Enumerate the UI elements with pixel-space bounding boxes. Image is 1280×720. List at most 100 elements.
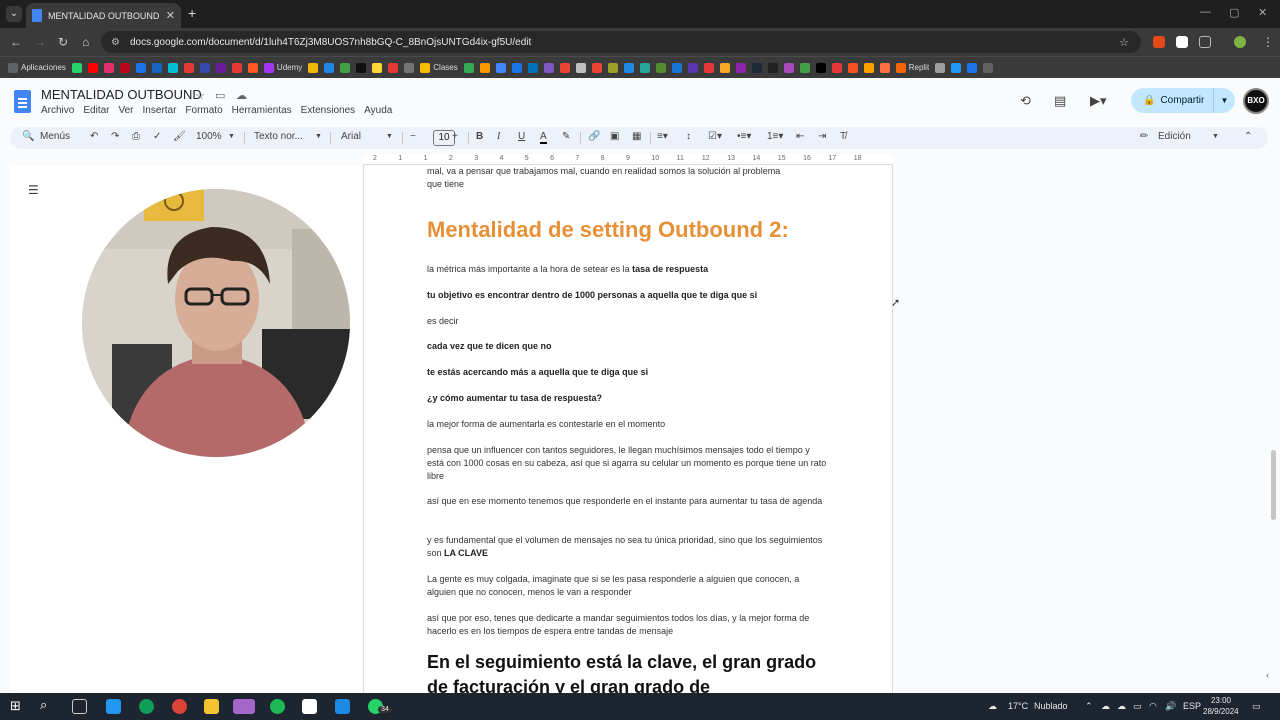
insert-image-icon[interactable]: ▦	[632, 131, 641, 142]
bookmark-item[interactable]	[831, 57, 842, 79]
bookmark-item[interactable]	[671, 57, 682, 79]
version-history-icon[interactable]: ⟲	[1020, 93, 1031, 109]
bookmark-item[interactable]	[151, 57, 162, 79]
bookmark-item[interactable]	[623, 57, 634, 79]
browser-menu-icon[interactable]: ⋮	[1262, 35, 1274, 49]
account-avatar[interactable]: BXO	[1243, 88, 1269, 114]
numbered-list-icon[interactable]: 1≡▾	[767, 131, 783, 142]
bookmark-item[interactable]: Udemy	[263, 57, 302, 79]
bookmark-item[interactable]	[799, 57, 810, 79]
style-select[interactable]: Texto nor...	[254, 131, 303, 142]
undo-icon[interactable]: ↶	[90, 131, 98, 142]
tab-search-chevron-icon[interactable]: ⌄	[6, 6, 22, 22]
comments-icon[interactable]: ▤	[1054, 93, 1066, 109]
bookmark-item[interactable]	[479, 57, 490, 79]
home-icon[interactable]: ⌂	[82, 35, 89, 49]
menu-item[interactable]: Ver	[118, 105, 133, 116]
bookmark-item[interactable]	[135, 57, 146, 79]
bookmark-item[interactable]	[215, 57, 226, 79]
document-page[interactable]: mal, va a pensar que trabajamos mal, cua…	[363, 165, 893, 693]
new-tab-icon[interactable]: +	[188, 5, 196, 21]
store-icon[interactable]	[106, 699, 121, 714]
clock-time[interactable]: 23:00	[1206, 696, 1236, 705]
share-dropdown-icon[interactable]: ▼	[1213, 88, 1235, 113]
bookmark-item[interactable]: Aplicaciones	[8, 57, 66, 79]
bookmark-item[interactable]	[404, 57, 415, 79]
menu-item[interactable]: Archivo	[41, 105, 74, 116]
print-icon[interactable]: ⎙	[132, 131, 140, 142]
ruler[interactable]: 2 1 1 2 3 4 5 6 7 8 9 10 11 12 13 14 15 16 17 18	[363, 154, 893, 165]
bookmark-item[interactable]	[719, 57, 730, 79]
bookmark-item[interactable]	[863, 57, 874, 79]
bookmark-item[interactable]	[103, 57, 114, 79]
close-window-icon[interactable]: ✕	[1258, 6, 1267, 19]
bookmark-item[interactable]	[967, 57, 978, 79]
increase-font-size-icon[interactable]: +	[452, 131, 458, 142]
site-info-icon[interactable]: ⚙	[111, 37, 120, 48]
underline-icon[interactable]: U	[518, 131, 525, 142]
vertical-scrollbar[interactable]	[1271, 450, 1276, 520]
wifi-icon[interactable]: ◠	[1149, 701, 1157, 712]
bookmark-item[interactable]	[231, 57, 242, 79]
tray-icon[interactable]: ☁	[1117, 701, 1126, 712]
insert-comment-icon[interactable]: ▣	[610, 131, 619, 142]
bookmark-item[interactable]	[167, 57, 178, 79]
recording-app-icon[interactable]	[233, 699, 255, 714]
bookmark-item[interactable]	[559, 57, 570, 79]
bookmark-item[interactable]	[767, 57, 778, 79]
bookmark-item[interactable]	[119, 57, 130, 79]
edge-icon[interactable]	[139, 699, 154, 714]
tray-icon[interactable]: ☁	[1101, 701, 1110, 712]
hide-menus-icon[interactable]: ⌃	[1244, 131, 1252, 142]
notifications-icon[interactable]: ▭	[1252, 701, 1261, 712]
bold-icon[interactable]: B	[476, 131, 483, 142]
bookmark-item[interactable]	[340, 57, 351, 79]
checklist-icon[interactable]: ☑▾	[708, 131, 722, 142]
line-spacing-icon[interactable]: ↕	[686, 131, 691, 142]
search-icon[interactable]: ⌕	[40, 697, 55, 712]
menu-item[interactable]: Extensiones	[301, 105, 355, 116]
bookmark-item[interactable]	[308, 57, 319, 79]
profile-icon[interactable]	[1234, 36, 1246, 48]
redo-icon[interactable]: ↷	[111, 131, 119, 142]
clear-formatting-icon[interactable]: T̸	[840, 131, 846, 142]
spellcheck-icon[interactable]: ✓	[153, 131, 161, 142]
google-docs-logo-icon[interactable]	[14, 90, 31, 113]
bookmark-item[interactable]	[983, 57, 994, 79]
maximize-window-icon[interactable]: ▢	[1229, 6, 1239, 19]
bookmark-item[interactable]	[463, 57, 474, 79]
bookmark-item[interactable]	[495, 57, 506, 79]
bookmark-item[interactable]	[199, 57, 210, 79]
extensions-puzzle-icon[interactable]	[1199, 36, 1211, 48]
bookmark-item[interactable]	[71, 57, 82, 79]
input-language[interactable]: ESP	[1183, 701, 1201, 711]
document-outline-icon[interactable]: ☰	[28, 183, 39, 197]
bookmark-item[interactable]	[935, 57, 946, 79]
menu-item[interactable]: Ayuda	[364, 105, 392, 116]
bulleted-list-icon[interactable]: •≡▾	[737, 131, 751, 142]
increase-indent-icon[interactable]: ⇥	[818, 131, 826, 142]
menu-item[interactable]: Editar	[83, 105, 109, 116]
menu-item[interactable]: Herramientas	[232, 105, 292, 116]
font-select[interactable]: Arial	[341, 131, 361, 142]
cloud-saved-icon[interactable]: ☁	[236, 89, 247, 102]
bookmark-item[interactable]: Replit	[895, 57, 929, 79]
paint-format-icon[interactable]: 🖌	[173, 131, 186, 142]
task-view-icon[interactable]	[72, 699, 87, 714]
bookmark-item[interactable]	[183, 57, 194, 79]
bookmark-item[interactable]	[527, 57, 538, 79]
extension-icon[interactable]	[1176, 36, 1188, 48]
browser-tab[interactable]: MENTALIDAD OUTBOUND - Do ✕	[26, 3, 181, 28]
bookmark-item[interactable]	[511, 57, 522, 79]
back-icon[interactable]: ←	[10, 35, 22, 49]
star-icon[interactable]: ☆	[195, 89, 205, 102]
file-explorer-icon[interactable]	[204, 699, 219, 714]
align-icon[interactable]: ≡▾	[657, 131, 668, 142]
bookmark-item[interactable]	[703, 57, 714, 79]
tray-chevron-up-icon[interactable]: ⌃	[1085, 701, 1093, 712]
clock-date[interactable]: 28/9/2024	[1203, 707, 1239, 716]
bookmark-item[interactable]	[388, 57, 399, 79]
bookmark-item[interactable]	[575, 57, 586, 79]
explore-icon[interactable]: ‹	[1266, 670, 1269, 680]
bookmark-item[interactable]	[639, 57, 650, 79]
